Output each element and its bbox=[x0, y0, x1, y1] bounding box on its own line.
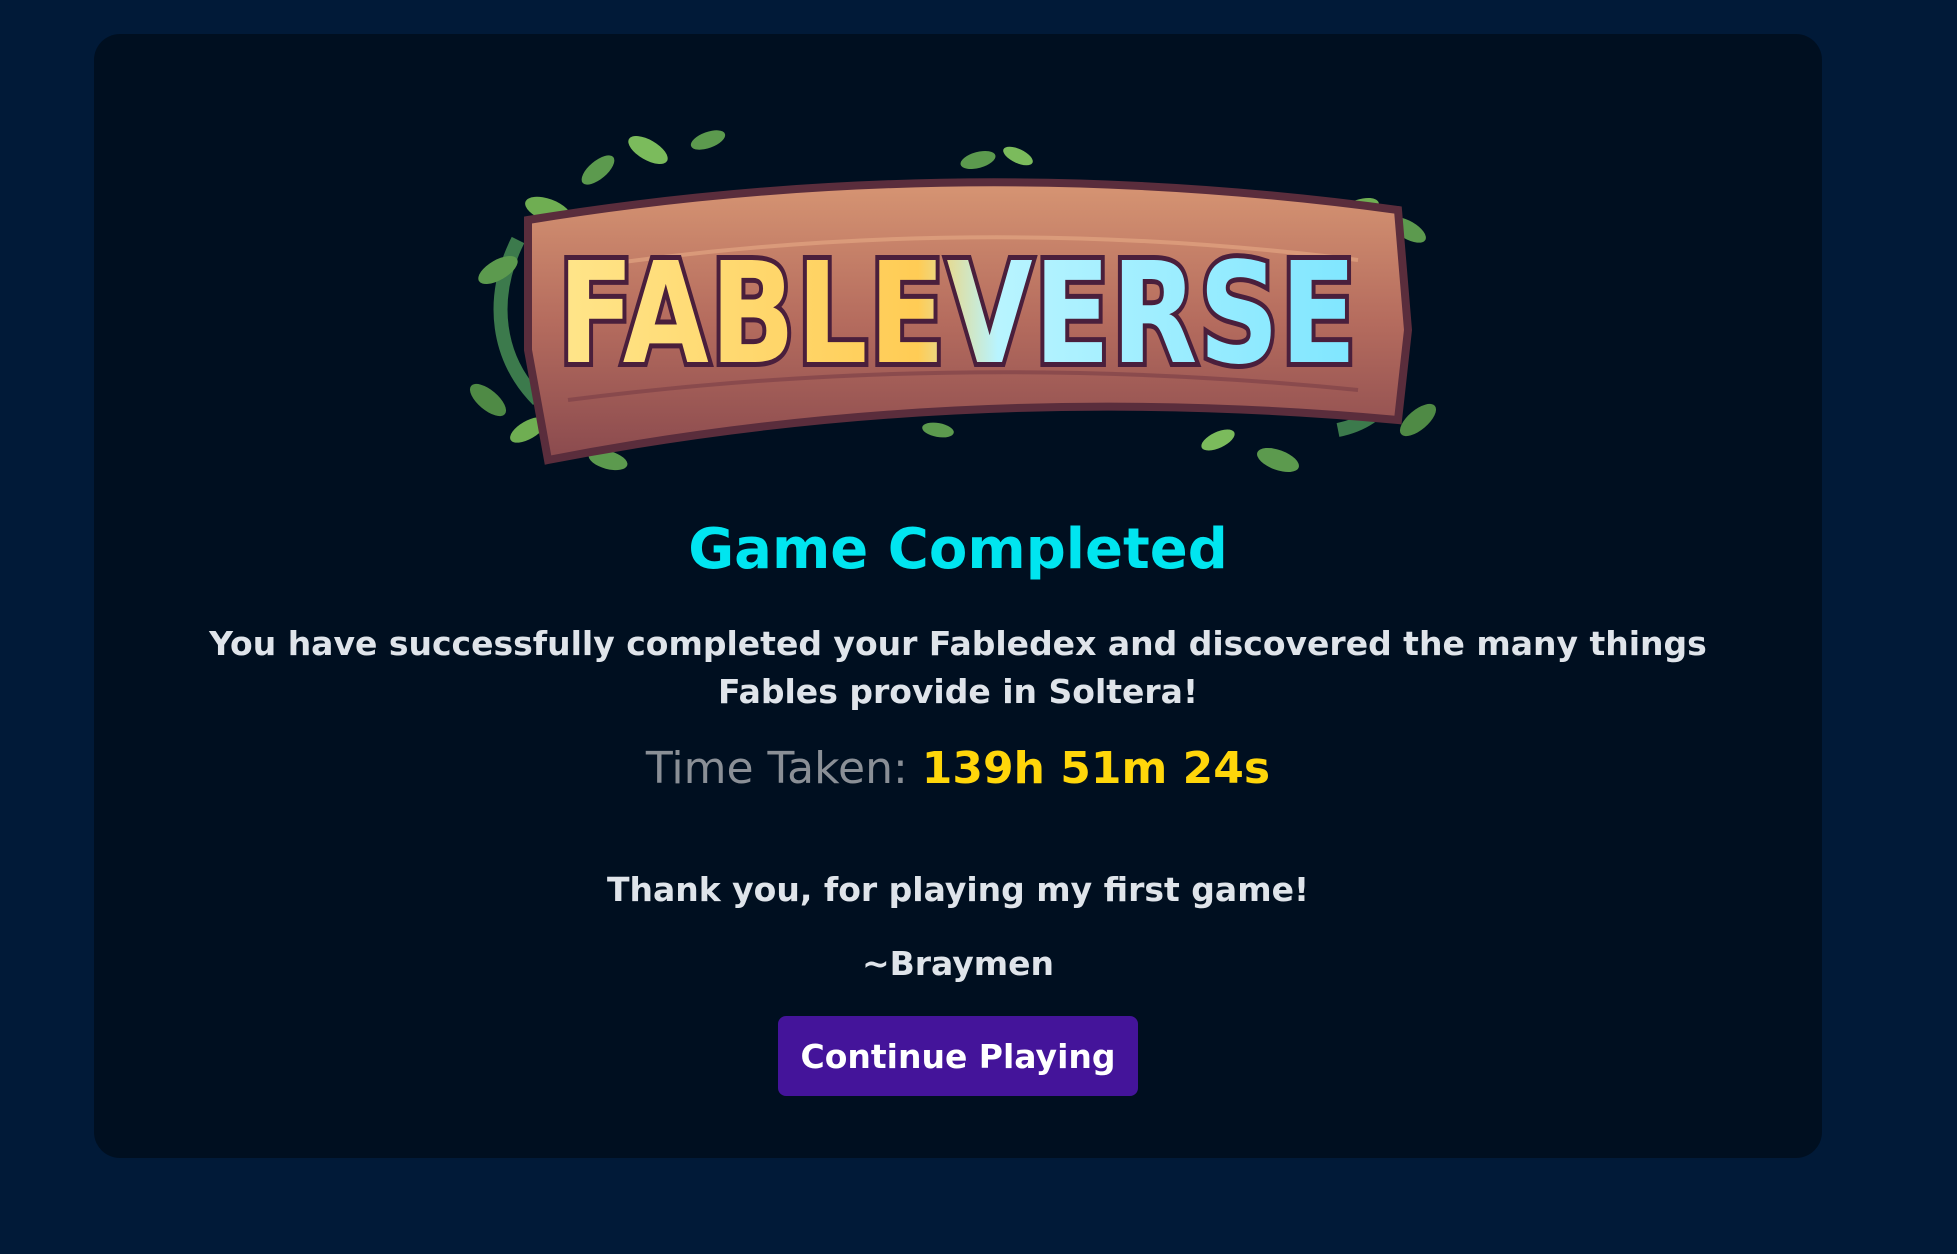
page: FABLEVERSE Game Completed You have succe… bbox=[0, 0, 1957, 1254]
time-taken-value: 139h 51m 24s bbox=[921, 743, 1271, 794]
completion-message: You have successfully completed your Fab… bbox=[209, 624, 1707, 711]
continue-playing-button[interactable]: Continue Playing bbox=[778, 1016, 1138, 1096]
fableverse-logo: FABLEVERSE bbox=[458, 100, 1458, 500]
time-taken: Time Taken: 139h 51m 24s bbox=[94, 740, 1822, 797]
game-completed-title: Game Completed bbox=[688, 517, 1228, 582]
logo-text: FABLEVERSE bbox=[558, 233, 1358, 396]
thank-you-message: Thank you, for playing my first game! bbox=[606, 870, 1310, 909]
time-taken-label: Time Taken: bbox=[645, 743, 922, 794]
author-signature: ~Braymen bbox=[861, 944, 1055, 983]
game-completed-panel: FABLEVERSE Game Completed You have succe… bbox=[94, 34, 1822, 1158]
